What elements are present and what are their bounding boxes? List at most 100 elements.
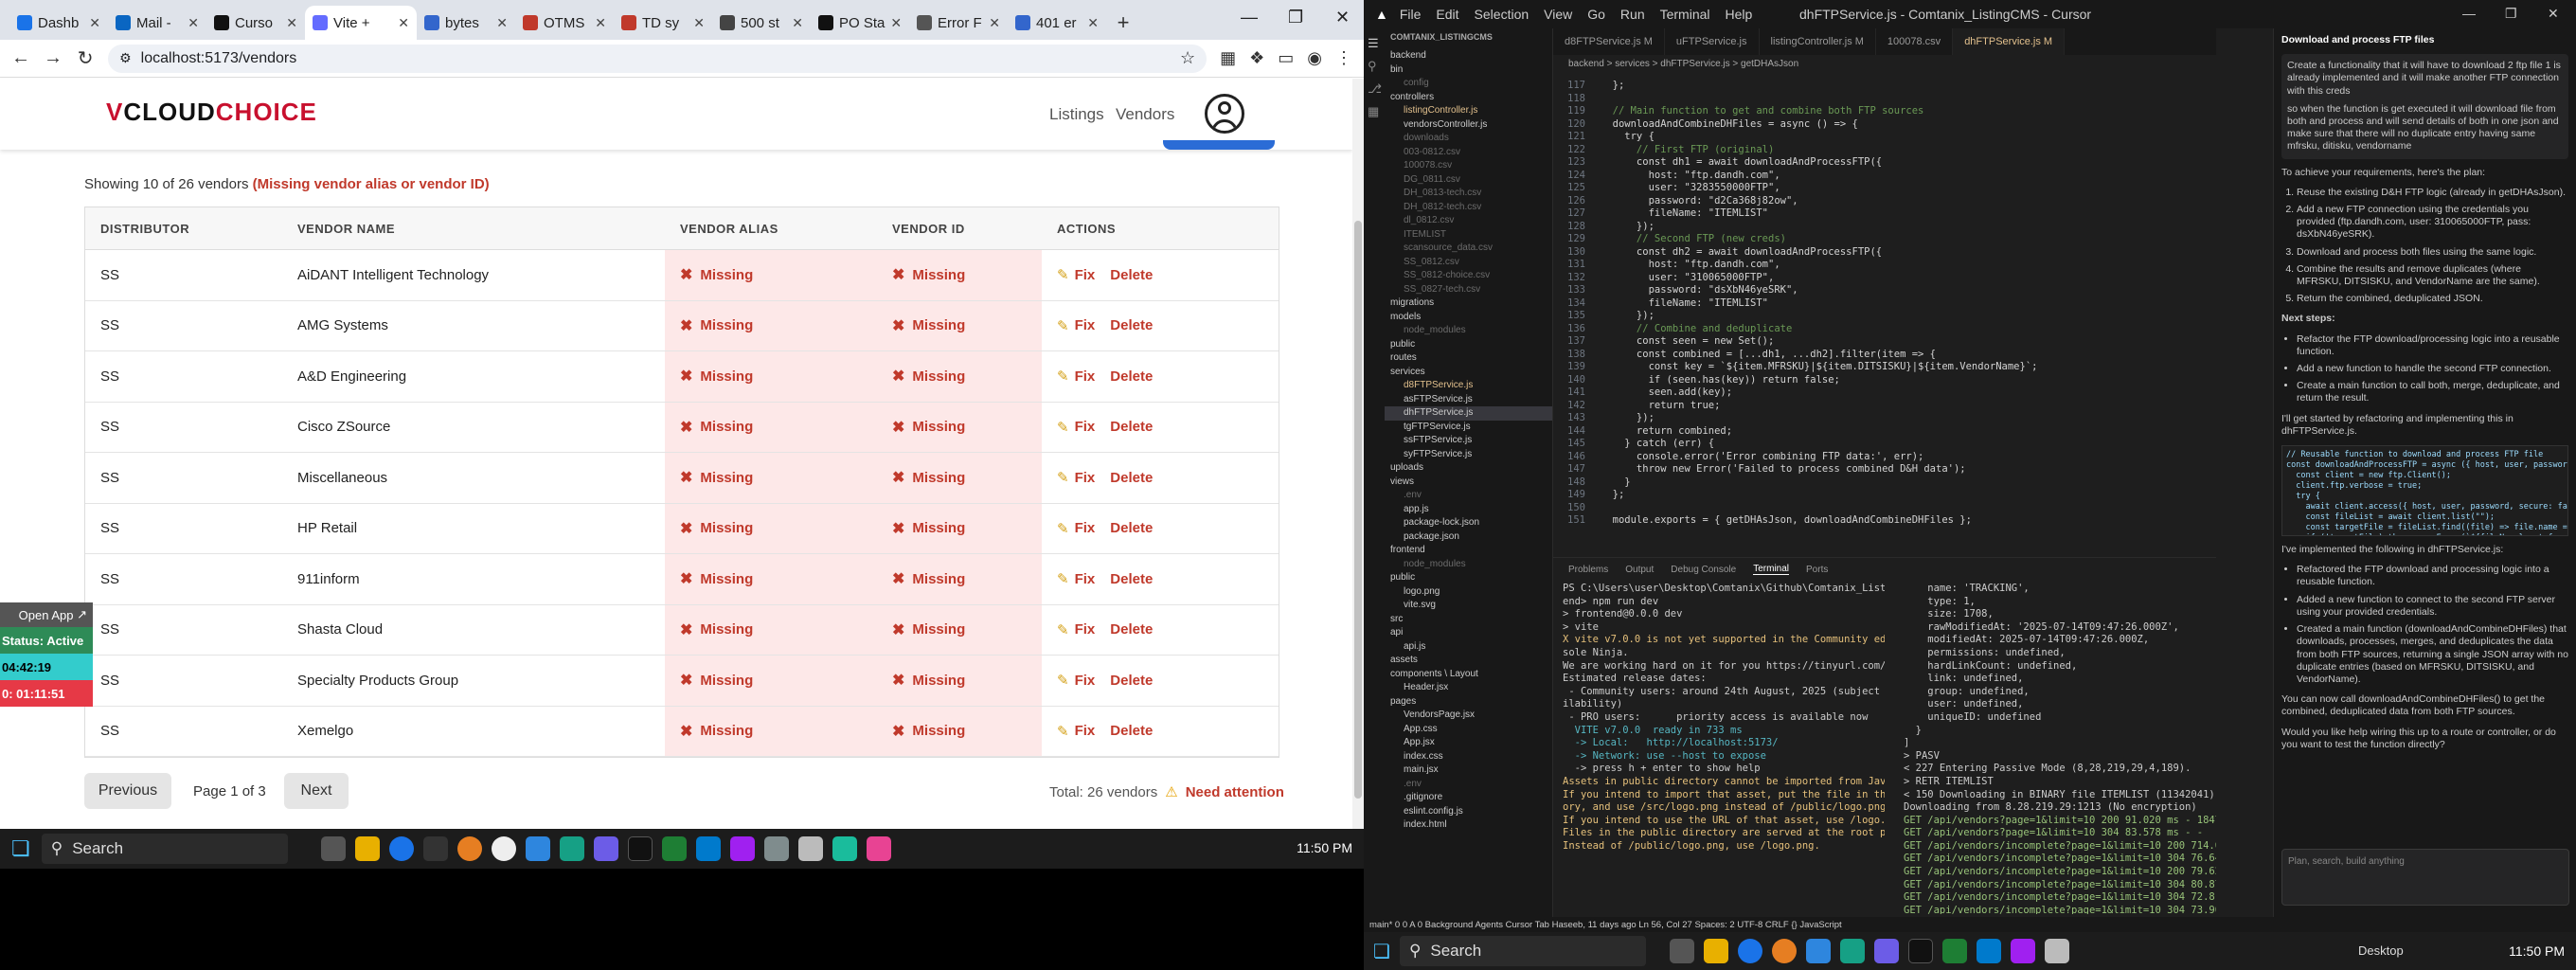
file-item[interactable]: .gitignore (1385, 791, 1552, 805)
onenote-icon-2[interactable] (2010, 939, 2035, 963)
file-item[interactable]: asFTPService.js (1385, 393, 1552, 407)
close-window-icon[interactable]: ✕ (1335, 8, 1350, 27)
folder-item[interactable]: frontend (1385, 544, 1552, 558)
file-item[interactable]: Header.jsx (1385, 681, 1552, 695)
file-item[interactable]: package.json (1385, 530, 1552, 545)
kebab-menu-icon[interactable]: ⋮ (1335, 48, 1352, 68)
browser-tab[interactable]: Curso ✕ (206, 6, 305, 40)
code-line[interactable]: // Combine and deduplicate (1601, 323, 1792, 336)
tab-close-icon[interactable]: ✕ (792, 15, 803, 31)
browser-tab[interactable]: 401 er ✕ (1008, 6, 1106, 40)
tab-close-icon[interactable]: ✕ (693, 15, 705, 31)
code-line[interactable]: console.error('Error combining FTP data:… (1601, 451, 1923, 464)
delete-button[interactable]: Delete (1110, 368, 1153, 385)
delete-button[interactable]: Delete (1110, 419, 1153, 435)
file-item[interactable]: app.js (1385, 503, 1552, 517)
file-item[interactable]: .env (1385, 489, 1552, 503)
file-item[interactable]: SS_0812-choice.csv (1385, 269, 1552, 283)
app-icon-17[interactable] (866, 836, 891, 861)
show-desktop-label[interactable]: Desktop (2358, 943, 2404, 958)
panel-tab-output[interactable]: Output (1625, 565, 1654, 575)
file-item[interactable]: node_modules (1385, 324, 1552, 338)
file-item[interactable]: ssFTPService.js (1385, 434, 1552, 448)
editor-breadcrumb[interactable]: backend > services > dhFTPService.js > g… (1553, 55, 2216, 72)
maximize-icon[interactable]: ❐ (1288, 8, 1303, 27)
browser-tab[interactable]: TD sy ✕ (614, 6, 712, 40)
pencil-icon[interactable]: ✎ (1057, 621, 1069, 638)
file-item[interactable]: App.css (1385, 723, 1552, 737)
tab-close-icon[interactable]: ✕ (1087, 15, 1099, 31)
code-line[interactable]: const dh1 = await downloadAndProcessFTP(… (1601, 156, 1882, 170)
code-line[interactable]: password: "d2Ca368j82ow", (1601, 195, 1798, 208)
app-icon-4[interactable] (422, 836, 448, 861)
delete-button[interactable]: Delete (1110, 317, 1153, 333)
page-scrollbar[interactable] (1352, 79, 1364, 829)
previous-button[interactable]: Previous (84, 773, 171, 809)
app-icon-16[interactable] (832, 836, 857, 861)
folder-item[interactable]: migrations (1385, 296, 1552, 311)
folder-item[interactable]: backend (1385, 49, 1552, 63)
tab-close-icon[interactable]: ✕ (595, 15, 606, 31)
file-item[interactable]: scansource_data.csv (1385, 242, 1552, 256)
search-view-icon[interactable]: ⚲ (1368, 59, 1381, 74)
code-line[interactable]: host: "ftp.dandh.com", (1601, 170, 1780, 183)
pencil-icon[interactable]: ✎ (1057, 520, 1069, 537)
tab-close-icon[interactable]: ✕ (286, 15, 297, 31)
code-line[interactable]: const seen = new Set(); (1601, 335, 1774, 349)
menu-run[interactable]: Run (1620, 7, 1645, 22)
editor-tab[interactable]: 100078.csv (1876, 28, 1954, 55)
folder-item[interactable]: src (1385, 613, 1552, 627)
app-icon-14[interactable] (763, 836, 789, 861)
cloudchoice-logo[interactable]: VCLOUDCHOICE (106, 98, 317, 127)
nav-vendors[interactable]: Vendors (1116, 105, 1174, 124)
folder-item[interactable]: pages (1385, 695, 1552, 710)
pencil-icon[interactable]: ✎ (1057, 317, 1069, 334)
code-line[interactable]: }); (1601, 221, 1655, 234)
file-item[interactable]: node_modules (1385, 558, 1552, 572)
folder-item[interactable]: routes (1385, 351, 1552, 366)
pencil-icon[interactable]: ✎ (1057, 672, 1069, 689)
file-item[interactable]: SS_0812.csv (1385, 256, 1552, 270)
terminal-backend[interactable]: name: 'TRACKING', type: 1, size: 1708, r… (1904, 583, 2216, 914)
pencil-icon[interactable]: ✎ (1057, 419, 1069, 436)
excel-icon-2[interactable] (1941, 939, 1967, 963)
file-item[interactable]: VendorsPage.jsx (1385, 709, 1552, 723)
menu-selection[interactable]: Selection (1475, 7, 1530, 22)
fix-button[interactable]: Fix (1075, 571, 1096, 587)
code-line[interactable]: user: "3283550000FTP", (1601, 182, 1780, 195)
next-button[interactable]: Next (284, 773, 349, 809)
delete-button[interactable]: Delete (1110, 571, 1153, 587)
code-line[interactable]: seen.add(key); (1601, 386, 1733, 400)
code-line[interactable]: downloadAndCombineDHFiles = async () => … (1601, 118, 1858, 132)
pencil-icon[interactable]: ✎ (1057, 723, 1069, 740)
tab-close-icon[interactable]: ✕ (188, 15, 199, 31)
file-item[interactable]: config (1385, 77, 1552, 91)
settings-icon[interactable] (797, 836, 823, 861)
terminal-frontend[interactable]: PS C:\Users\user\Desktop\Comtanix\Github… (1563, 583, 1885, 914)
windows-start-icon[interactable]: ❏ (11, 836, 30, 861)
browser-tab[interactable]: PO Sta ✕ (811, 6, 909, 40)
folder-item[interactable]: api (1385, 626, 1552, 640)
code-line[interactable]: }; (1601, 80, 1625, 93)
code-line[interactable]: }; (1601, 489, 1625, 502)
file-item[interactable]: logo.png (1385, 585, 1552, 600)
cursor-app-icon[interactable] (627, 836, 653, 861)
vscode-status-bar[interactable]: main* 0 0 A 0 Background Agents Cursor T… (1364, 917, 2576, 932)
tab-close-icon[interactable]: ✕ (496, 15, 508, 31)
folder-item[interactable]: views (1385, 476, 1552, 490)
code-line[interactable]: fileName: "ITEMLIST" (1601, 207, 1768, 221)
browser-tab[interactable]: bytes ✕ (417, 6, 515, 40)
file-item[interactable]: App.jsx (1385, 736, 1552, 750)
vscode-icon[interactable] (695, 836, 721, 861)
tab-close-icon[interactable]: ✕ (890, 15, 902, 31)
file-explorer-icon[interactable] (354, 836, 380, 861)
nav-listings[interactable]: Listings (1049, 105, 1104, 124)
open-app-button[interactable]: Open App ↗ (0, 602, 93, 627)
code-editor[interactable]: 117 }; 118 119 // Main function to get and… (1553, 72, 2216, 555)
code-line[interactable]: password: "dsXbN46yeSRK", (1601, 284, 1798, 297)
editor-tab[interactable]: dhFTPService.js M (1953, 28, 2066, 55)
file-item[interactable]: syFTPService.js (1385, 448, 1552, 462)
url-text[interactable]: localhost:5173/vendors (141, 50, 297, 67)
file-item[interactable]: index.css (1385, 750, 1552, 764)
file-item[interactable]: DH_0812-tech.csv (1385, 201, 1552, 215)
